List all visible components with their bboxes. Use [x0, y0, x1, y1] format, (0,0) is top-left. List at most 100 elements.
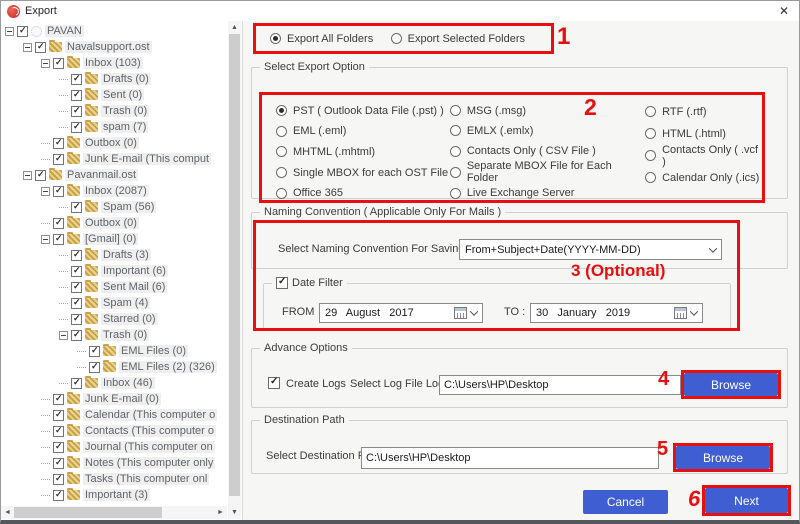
- tree-expander-icon[interactable]: [59, 331, 68, 340]
- tree-checkbox[interactable]: [17, 26, 28, 37]
- tree-item[interactable]: Pavanmail.ost: [1, 167, 227, 183]
- tree-checkbox[interactable]: [71, 378, 82, 389]
- tree-item[interactable]: [Gmail] (0): [1, 231, 227, 247]
- tree-checkbox[interactable]: [53, 138, 64, 149]
- tree-item[interactable]: Sent (0): [1, 87, 227, 103]
- destination-path-input[interactable]: [361, 447, 659, 469]
- tree-checkbox[interactable]: [53, 154, 64, 165]
- radio-export-format[interactable]: Contacts Only ( .vcf ): [645, 148, 762, 163]
- tree-item[interactable]: EML Files (2) (326): [1, 359, 227, 375]
- date-to-field[interactable]: 30 January 2019: [530, 303, 703, 323]
- tree-checkbox[interactable]: [53, 426, 64, 437]
- browse-log-button[interactable]: Browse: [684, 373, 778, 396]
- radio-export-format[interactable]: Office 365: [276, 186, 450, 200]
- tree-item[interactable]: spam (7): [1, 119, 227, 135]
- radio-export-scope[interactable]: Export Selected Folders: [391, 31, 525, 46]
- tree-checkbox[interactable]: [53, 234, 64, 245]
- tree-checkbox[interactable]: [53, 490, 64, 501]
- radio-export-scope[interactable]: Export All Folders: [270, 31, 373, 46]
- radio-export-format[interactable]: Contacts Only ( CSV File ): [450, 145, 645, 158]
- tree-item[interactable]: Outbox (0): [1, 135, 227, 151]
- radio-export-format[interactable]: Separate MBOX File for Each Folder: [450, 165, 645, 180]
- tree-item[interactable]: Notes (This computer only: [1, 455, 227, 471]
- tree-item[interactable]: Spam (4): [1, 295, 227, 311]
- tree-checkbox[interactable]: [89, 346, 100, 357]
- radio-export-format[interactable]: HTML (.html): [645, 126, 762, 141]
- cancel-button[interactable]: Cancel: [583, 490, 668, 514]
- horizontal-scroll-thumb[interactable]: [14, 507, 162, 518]
- tree-checkbox[interactable]: [53, 442, 64, 453]
- tree-item[interactable]: Important (6): [1, 263, 227, 279]
- tree-checkbox[interactable]: [71, 266, 82, 277]
- radio-export-format[interactable]: PST ( Outlook Data File (.pst) ): [276, 104, 450, 118]
- radio-export-format[interactable]: Live Exchange Server: [450, 187, 645, 200]
- tree-horizontal-scrollbar[interactable]: ◄ ►: [1, 506, 227, 519]
- tree-checkbox[interactable]: [53, 394, 64, 405]
- tree-item[interactable]: Navalsupport.ost: [1, 39, 227, 55]
- tree-expander-icon[interactable]: [41, 59, 50, 68]
- tree-item[interactable]: PAVAN: [1, 23, 227, 39]
- tree-checkbox[interactable]: [71, 250, 82, 261]
- tree-expander-icon[interactable]: [41, 235, 50, 244]
- radio-export-format[interactable]: Single MBOX for each OST File: [276, 166, 450, 180]
- scroll-left-icon[interactable]: ◄: [1, 506, 14, 519]
- tree-item[interactable]: Inbox (46): [1, 375, 227, 391]
- tree-item[interactable]: Drafts (3): [1, 247, 227, 263]
- tree-checkbox[interactable]: [53, 58, 64, 69]
- tree-item[interactable]: Trash (0): [1, 327, 227, 343]
- date-from-field[interactable]: 29 August 2017: [319, 303, 483, 323]
- tree-expander-icon[interactable]: [23, 171, 32, 180]
- log-location-input[interactable]: [439, 375, 681, 395]
- tree-item[interactable]: Starred (0): [1, 311, 227, 327]
- tree-checkbox[interactable]: [71, 298, 82, 309]
- scroll-down-icon[interactable]: ▼: [228, 506, 241, 519]
- tree-checkbox[interactable]: [53, 218, 64, 229]
- scroll-up-icon[interactable]: ▲: [228, 21, 241, 34]
- tree-checkbox[interactable]: [71, 90, 82, 101]
- tree-checkbox[interactable]: [35, 170, 46, 181]
- date-filter-checkbox[interactable]: [276, 277, 288, 289]
- tree-checkbox[interactable]: [71, 74, 82, 85]
- tree-item[interactable]: Sent Mail (6): [1, 279, 227, 295]
- tree-checkbox[interactable]: [53, 410, 64, 421]
- tree-checkbox[interactable]: [53, 458, 64, 469]
- tree-checkbox[interactable]: [71, 282, 82, 293]
- tree-item[interactable]: EML Files (0): [1, 343, 227, 359]
- tree-item[interactable]: Important (3): [1, 487, 227, 503]
- tree-item[interactable]: Junk E-mail (0): [1, 391, 227, 407]
- vertical-scroll-thumb[interactable]: [229, 34, 240, 496]
- tree-vertical-scrollbar[interactable]: ▲ ▼: [228, 21, 241, 519]
- naming-convention-select[interactable]: From+Subject+Date(YYYY-MM-DD): [459, 239, 722, 260]
- tree-item[interactable]: Junk E-mail (This comput: [1, 151, 227, 167]
- tree-checkbox[interactable]: [53, 186, 64, 197]
- tree-item[interactable]: Journal (This computer on: [1, 439, 227, 455]
- radio-export-format[interactable]: Calendar Only (.ics): [645, 170, 762, 185]
- tree-checkbox[interactable]: [71, 314, 82, 325]
- radio-export-format[interactable]: EMLX (.emlx): [450, 124, 645, 137]
- tree-item[interactable]: Inbox (2087): [1, 183, 227, 199]
- close-icon[interactable]: ✕: [775, 4, 793, 18]
- scroll-right-icon[interactable]: ►: [214, 506, 227, 519]
- radio-export-format[interactable]: EML (.eml): [276, 125, 450, 139]
- create-logs-checkbox[interactable]: [268, 377, 280, 389]
- radio-export-format[interactable]: RTF (.rtf): [645, 104, 762, 119]
- tree-item[interactable]: Inbox (103): [1, 55, 227, 71]
- tree-item[interactable]: Drafts (0): [1, 71, 227, 87]
- tree-checkbox[interactable]: [71, 202, 82, 213]
- tree-expander-icon[interactable]: [23, 43, 32, 52]
- tree-item[interactable]: Trash (0): [1, 103, 227, 119]
- tree-checkbox[interactable]: [89, 362, 100, 373]
- browse-destination-button[interactable]: Browse: [676, 446, 770, 469]
- tree-item[interactable]: Spam (56): [1, 199, 227, 215]
- next-button[interactable]: Next: [705, 488, 788, 513]
- tree-checkbox[interactable]: [71, 330, 82, 341]
- tree-item[interactable]: Contacts (This computer o: [1, 423, 227, 439]
- tree-item[interactable]: Tasks (This computer onl: [1, 471, 227, 487]
- tree-checkbox[interactable]: [35, 42, 46, 53]
- tree-checkbox[interactable]: [71, 106, 82, 117]
- tree-item[interactable]: Calendar (This computer o: [1, 407, 227, 423]
- tree-expander-icon[interactable]: [5, 27, 14, 36]
- tree-expander-icon[interactable]: [41, 187, 50, 196]
- radio-export-format[interactable]: MHTML (.mhtml): [276, 145, 450, 159]
- tree-checkbox[interactable]: [71, 122, 82, 133]
